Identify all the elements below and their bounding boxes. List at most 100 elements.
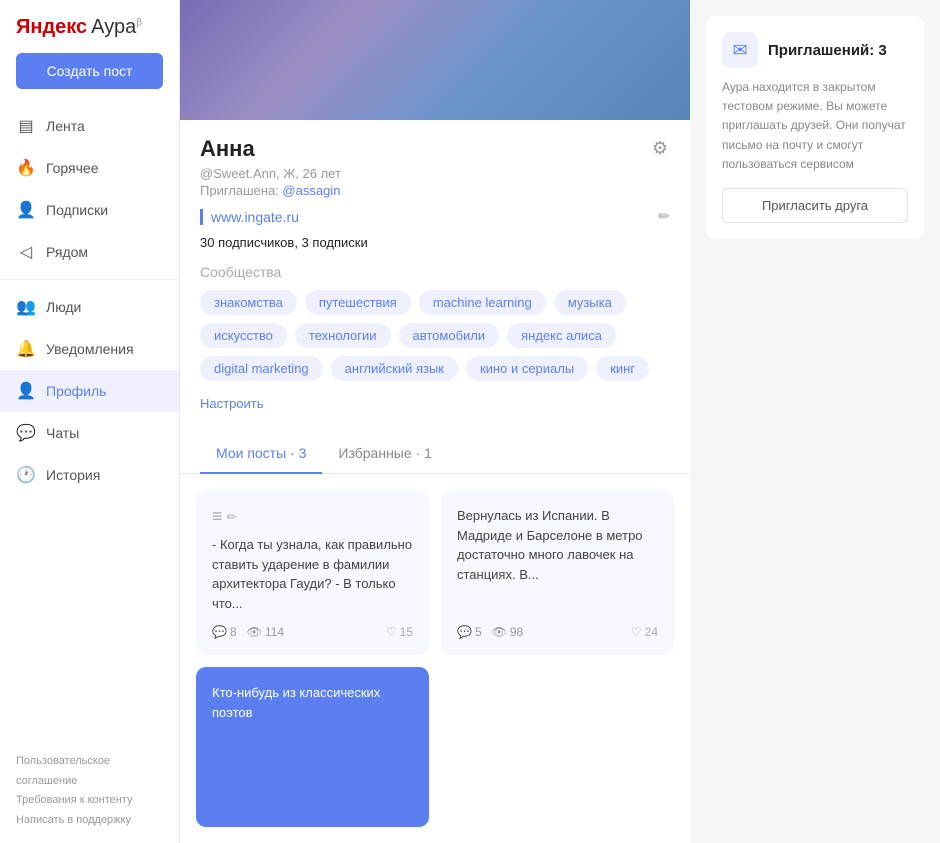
heart-icon: ♡: [386, 625, 397, 639]
sidebar-item-hot[interactable]: 🔥 Горячее: [0, 147, 179, 189]
footer-agreement-link[interactable]: Пользовательское соглашение: [16, 755, 110, 787]
view-count: 98: [510, 625, 523, 639]
tag[interactable]: английский язык: [331, 356, 458, 381]
sidebar-item-label: История: [46, 467, 100, 483]
comment-stat: 💬 5: [457, 625, 482, 639]
posts-grid: ≡✏ - Когда ты узнала, как правильно став…: [180, 474, 690, 843]
post-card-blue[interactable]: Кто-нибудь из классических поэтов: [196, 667, 429, 827]
comment-stat: 💬 8: [212, 625, 237, 639]
tag[interactable]: технологии: [295, 323, 391, 348]
hot-icon: 🔥: [16, 158, 36, 178]
subscribers-count: 30: [200, 235, 214, 250]
subscriptions-icon: 👤: [16, 200, 36, 220]
right-panel: ✉ Приглашений: 3 Аура находится в закрыт…: [690, 0, 940, 843]
communities-settings-link[interactable]: Настроить: [200, 396, 264, 411]
invites-count-label: Приглашений: 3: [768, 42, 887, 59]
main-content: Анна ⚙ @Sweet.Ann, Ж, 26 лет Приглашена:…: [180, 0, 690, 843]
sidebar-item-label: Подписки: [46, 202, 108, 218]
footer-support-link[interactable]: Написать в поддержку: [16, 814, 131, 826]
notifications-icon: 🔔: [16, 339, 36, 359]
tag[interactable]: автомобили: [399, 323, 500, 348]
subscriptions-count: 3: [302, 235, 309, 250]
post-card[interactable]: ≡✏ - Когда ты узнала, как правильно став…: [196, 490, 429, 655]
sidebar-item-feed[interactable]: ▤ Лента: [0, 105, 179, 147]
logo-yandex: Яндекс: [16, 16, 87, 39]
communities-label: Сообщества: [200, 264, 670, 280]
tag[interactable]: яндекс алиса: [507, 323, 616, 348]
tag[interactable]: кино и сериалы: [466, 356, 588, 381]
post-stats: 💬 5 👁 98: [457, 625, 523, 639]
view-count: 114: [265, 625, 284, 639]
sidebar-item-label: Рядом: [46, 244, 88, 260]
cover-image: [180, 0, 690, 120]
profile-tabs: Мои посты · 3 Избранные · 1: [180, 433, 690, 474]
post-footer: 💬 8 👁 114 ♡ 15: [212, 625, 413, 639]
my-posts-count: · 3: [290, 445, 306, 461]
sidebar-nav: ▤ Лента 🔥 Горячее 👤 Подписки ◁ Рядом 👥 Л…: [0, 105, 179, 496]
tag[interactable]: знакомства: [200, 290, 297, 315]
tag[interactable]: путешествия: [305, 290, 411, 315]
post-like[interactable]: ♡ 15: [386, 625, 413, 639]
sidebar-item-label: Лента: [46, 118, 85, 134]
sidebar-item-label: Чаты: [46, 425, 79, 441]
invite-description: Аура находится в закрытом тестовом режим…: [722, 78, 908, 174]
sidebar: Яндекс Аураβ Создать пост ▤ Лента 🔥 Горя…: [0, 0, 180, 843]
view-stat: 👁 114: [247, 625, 284, 639]
footer-content-link[interactable]: Требования к контенту: [16, 794, 132, 806]
comment-icon: 💬: [212, 625, 227, 639]
like-count: 24: [645, 625, 658, 639]
favorites-count: · 1: [416, 445, 432, 461]
profile-name-row: Анна ⚙: [200, 136, 670, 162]
tab-favorites[interactable]: Избранные · 1: [322, 433, 447, 473]
sidebar-item-label: Профиль: [46, 383, 106, 399]
chats-icon: 💬: [16, 423, 36, 443]
eye-icon: 👁: [492, 625, 507, 639]
profile-meta: @Sweet.Ann, Ж, 26 лет: [200, 166, 670, 181]
eye-icon: 👁: [247, 625, 262, 639]
profile-cover: [180, 0, 690, 120]
profile-icon: 👤: [16, 381, 36, 401]
tag[interactable]: искусство: [200, 323, 287, 348]
profile-info: Анна ⚙ @Sweet.Ann, Ж, 26 лет Приглашена:…: [180, 120, 690, 433]
settings-gear-icon[interactable]: ⚙: [650, 136, 670, 161]
post-like[interactable]: ♡ 24: [631, 625, 658, 639]
tag[interactable]: machine learning: [419, 290, 546, 315]
comment-count: 5: [475, 625, 482, 639]
profile-stats: 30 подписчиков, 3 подписки: [200, 235, 670, 250]
profile-name: Анна: [200, 136, 255, 162]
mail-icon: ✉: [722, 32, 758, 68]
create-post-button[interactable]: Создать пост: [16, 53, 163, 89]
logo-aura: Аураβ: [91, 16, 142, 39]
post-footer: 💬 5 👁 98 ♡ 24: [457, 625, 658, 639]
invite-friend-button[interactable]: Пригласить друга: [722, 188, 908, 223]
sidebar-item-label: Люди: [46, 299, 81, 315]
post-text: Кто-нибудь из классических поэтов: [212, 683, 413, 722]
sidebar-item-nearby[interactable]: ◁ Рядом: [0, 231, 179, 273]
edit-pencil-icon[interactable]: ✏: [658, 208, 670, 225]
sidebar-item-chats[interactable]: 💬 Чаты: [0, 412, 179, 454]
profile-website-row: www.ingate.ru ✏: [200, 208, 670, 225]
post-stats: 💬 8 👁 114: [212, 625, 284, 639]
comment-count: 8: [230, 625, 237, 639]
invite-card: ✉ Приглашений: 3 Аура находится в закрыт…: [706, 16, 924, 239]
post-text: Вернулась из Испании. В Мадриде и Барсел…: [457, 506, 658, 584]
tags-container: знакомства путешествия machine learning …: [200, 290, 670, 381]
tag[interactable]: музыка: [554, 290, 626, 315]
people-icon: 👥: [16, 297, 36, 317]
sidebar-item-subscriptions[interactable]: 👤 Подписки: [0, 189, 179, 231]
sidebar-item-people[interactable]: 👥 Люди: [0, 286, 179, 328]
profile-website-link[interactable]: www.ingate.ru: [200, 209, 299, 225]
post-card[interactable]: Вернулась из Испании. В Мадриде и Барсел…: [441, 490, 674, 655]
tag[interactable]: кинг: [596, 356, 649, 381]
tag[interactable]: digital marketing: [200, 356, 323, 381]
post-text: - Когда ты узнала, как правильно ставить…: [212, 535, 413, 613]
invite-card-header: ✉ Приглашений: 3: [722, 32, 908, 68]
tab-my-posts[interactable]: Мои посты · 3: [200, 433, 322, 473]
sidebar-item-label: Уведомления: [46, 341, 134, 357]
invited-by-link[interactable]: @assagin: [282, 183, 340, 198]
sidebar-item-history[interactable]: 🕐 История: [0, 454, 179, 496]
sidebar-item-profile[interactable]: 👤 Профиль: [0, 370, 179, 412]
view-stat: 👁 98: [492, 625, 524, 639]
comment-icon: 💬: [457, 625, 472, 639]
sidebar-item-notifications[interactable]: 🔔 Уведомления: [0, 328, 179, 370]
